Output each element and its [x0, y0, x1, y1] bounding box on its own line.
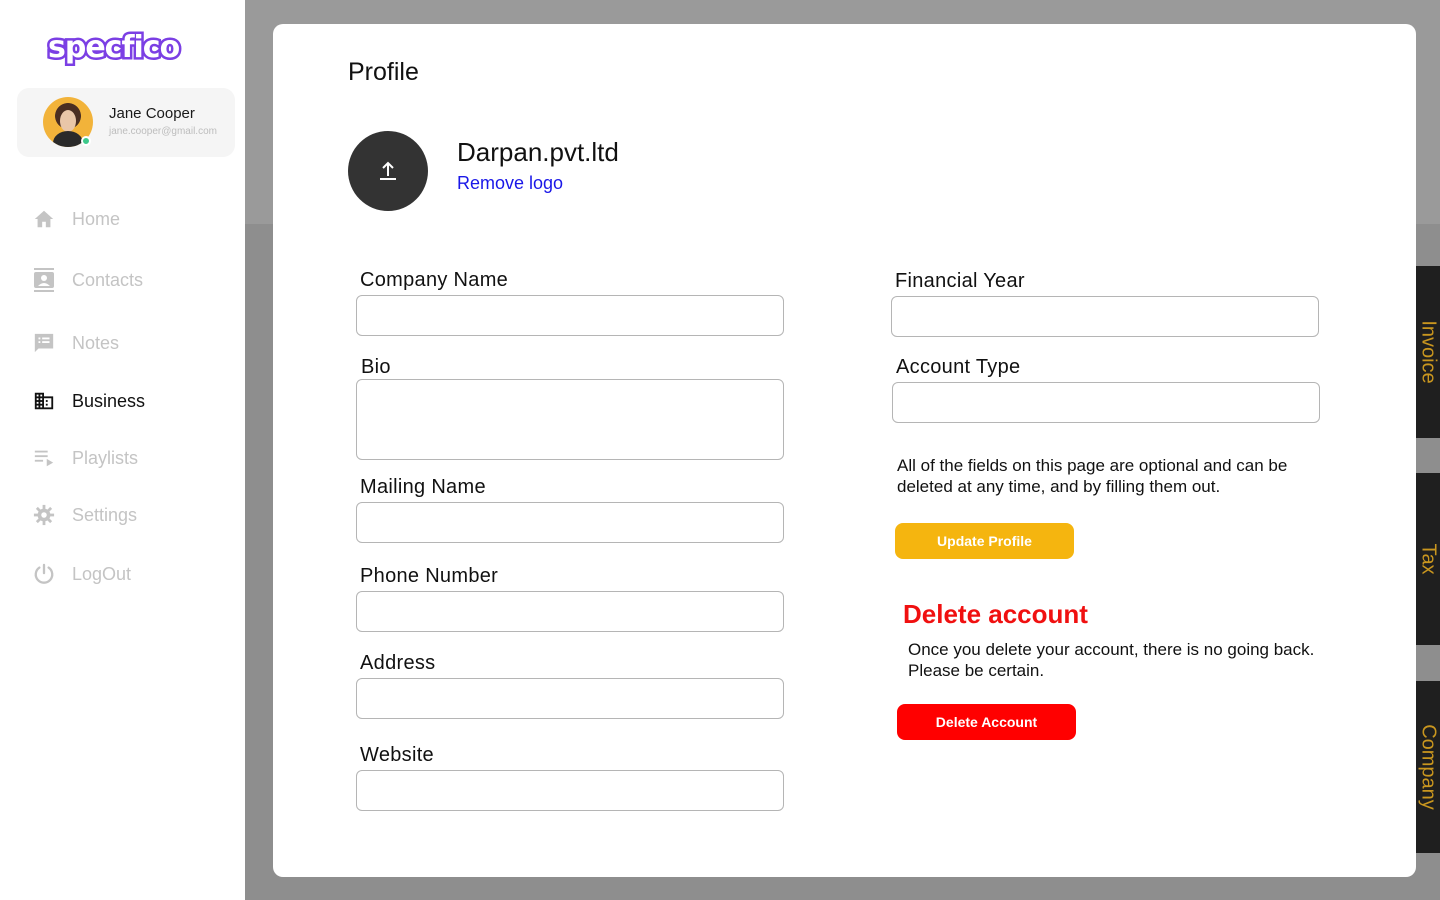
user-email: jane.cooper@gmail.com	[109, 126, 217, 137]
sidebar-item-label: Home	[72, 208, 121, 229]
business-icon	[32, 389, 56, 413]
company-name-label: Company Name	[360, 269, 509, 291]
contacts-icon	[32, 268, 56, 292]
user-name: Jane Cooper	[109, 105, 195, 122]
sidebar: specfico Jane Cooper jane.cooper@gmail.c…	[0, 0, 245, 900]
remove-logo-link[interactable]: Remove logo	[457, 173, 563, 194]
notes-icon	[32, 331, 56, 355]
account-type-label: Account Type	[896, 356, 1021, 378]
phone-number-label: Phone Number	[360, 565, 499, 587]
sidebar-item-home[interactable]: Home	[32, 206, 232, 232]
website-input[interactable]	[356, 770, 784, 811]
sidebar-item-business[interactable]: Business	[32, 388, 232, 414]
bio-label: Bio	[361, 356, 391, 378]
delete-account-button[interactable]: Delete Account	[897, 704, 1076, 740]
bio-textarea[interactable]	[356, 379, 784, 460]
page-title: Profile	[348, 58, 419, 86]
app-logo[interactable]: specfico	[45, 28, 190, 68]
sidebar-item-label: Settings	[72, 504, 138, 525]
user-card[interactable]: Jane Cooper jane.cooper@gmail.com	[17, 88, 235, 157]
sidebar-item-label: Playlists	[72, 447, 139, 468]
side-tab-label: Tax	[1417, 543, 1440, 575]
logo-text: specfico	[45, 28, 182, 68]
sidebar-item-label: Business	[72, 390, 146, 411]
online-status-dot	[81, 136, 91, 146]
gear-icon	[32, 503, 56, 527]
sidebar-item-playlists[interactable]: Playlists	[32, 445, 232, 471]
sidebar-item-label: LogOut	[72, 563, 132, 584]
upload-icon	[380, 161, 396, 180]
address-label: Address	[360, 652, 436, 674]
update-profile-button[interactable]: Update Profile	[895, 523, 1074, 559]
mailing-name-label: Mailing Name	[360, 476, 486, 498]
optional-fields-note: All of the fields on this page are optio…	[897, 456, 1288, 496]
side-tab-tax[interactable]: Tax	[1416, 473, 1440, 645]
side-tab-invoice[interactable]: Invoice	[1416, 266, 1440, 438]
sidebar-item-contacts[interactable]: Contacts	[32, 267, 232, 293]
company-name-input[interactable]	[356, 295, 784, 336]
delete-account-note: Once you delete your account, there is n…	[908, 640, 1315, 680]
financial-year-label: Financial Year	[895, 270, 1025, 292]
side-tab-company[interactable]: Company	[1416, 681, 1440, 853]
side-tab-label: Company	[1417, 724, 1440, 810]
mailing-name-input[interactable]	[356, 502, 784, 543]
account-type-input[interactable]	[892, 382, 1320, 423]
website-label: Website	[360, 744, 434, 766]
logo-upload-button[interactable]	[348, 131, 428, 211]
side-tab-label: Invoice	[1417, 320, 1440, 384]
delete-account-heading: Delete account	[903, 599, 1088, 629]
playlist-icon	[32, 446, 56, 470]
phone-number-input[interactable]	[356, 591, 784, 632]
sidebar-item-label: Notes	[72, 332, 120, 353]
power-icon	[32, 562, 56, 586]
financial-year-input[interactable]	[891, 296, 1319, 337]
home-icon	[32, 207, 56, 231]
sidebar-item-settings[interactable]: Settings	[32, 502, 232, 528]
sidebar-item-notes[interactable]: Notes	[32, 330, 232, 356]
sidebar-item-label: Contacts	[72, 269, 144, 290]
address-input[interactable]	[356, 678, 784, 719]
sidebar-item-logout[interactable]: LogOut	[32, 561, 232, 587]
company-title: Darpan.pvt.ltd	[457, 137, 619, 167]
profile-card: Profile Darpan.pvt.ltd Remove logo Compa…	[273, 24, 1416, 877]
